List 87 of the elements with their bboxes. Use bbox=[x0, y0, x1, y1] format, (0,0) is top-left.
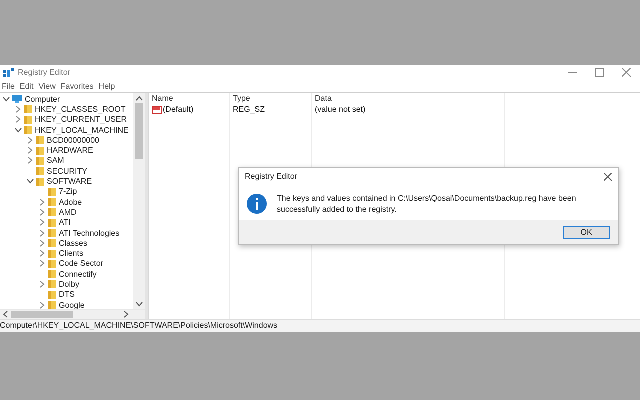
table-cell: (value not set) bbox=[315, 104, 366, 115]
scrollbar-thumb[interactable] bbox=[135, 103, 143, 159]
table-cell: (Default) bbox=[163, 104, 194, 115]
chevron-right-icon[interactable] bbox=[40, 230, 44, 236]
status-bar: Computer\HKEY_LOCAL_MACHINE\SOFTWARE\Policies\Microsoft\Windows bbox=[0, 319, 640, 332]
scrollbar-thumb[interactable] bbox=[11, 311, 73, 318]
tree-item[interactable]: Computer bbox=[25, 94, 60, 104]
chevron-down-icon[interactable] bbox=[2, 96, 10, 102]
tree-item[interactable]: Classes bbox=[59, 238, 88, 248]
column-header[interactable]: Type bbox=[230, 93, 312, 104]
folder-icon bbox=[48, 208, 56, 216]
tree-item[interactable]: ATI bbox=[59, 218, 71, 228]
tree-item[interactable]: DTS bbox=[59, 290, 75, 300]
tree-item[interactable]: SAM bbox=[47, 156, 64, 166]
folder-icon bbox=[36, 146, 44, 155]
close-icon[interactable] bbox=[622, 68, 631, 77]
folder-icon bbox=[36, 178, 44, 186]
folder-icon bbox=[48, 218, 56, 227]
folder-icon bbox=[36, 136, 44, 144]
tree-item[interactable]: HKEY_LOCAL_MACHINE bbox=[35, 126, 129, 135]
info-icon bbox=[247, 194, 267, 214]
folder-icon bbox=[48, 250, 56, 258]
table-cell: REG_SZ bbox=[233, 104, 266, 115]
tree-item[interactable]: Dolby bbox=[59, 280, 80, 289]
tree-item[interactable]: Adobe bbox=[59, 198, 82, 207]
tree-item[interactable]: ATI Technologies bbox=[59, 228, 120, 238]
menu-item[interactable]: File bbox=[2, 82, 15, 90]
tree-item[interactable]: HKEY_CURRENT_USER bbox=[35, 115, 128, 124]
column-header[interactable]: Name bbox=[149, 93, 230, 104]
folder-icon bbox=[36, 167, 44, 176]
scroll-right-icon[interactable] bbox=[124, 311, 129, 318]
tree-item[interactable]: HKEY_CLASSES_ROOT bbox=[35, 104, 126, 114]
scroll-left-icon[interactable] bbox=[3, 311, 8, 318]
tree-item[interactable]: Code Sector bbox=[59, 259, 104, 268]
chevron-right-icon[interactable] bbox=[16, 106, 20, 113]
folder-icon bbox=[48, 239, 56, 248]
chevron-right-icon[interactable] bbox=[40, 250, 44, 258]
chevron-down-icon[interactable] bbox=[14, 128, 22, 133]
tree-item[interactable]: HARDWARE bbox=[47, 146, 94, 156]
tree-item[interactable]: Clients bbox=[59, 249, 84, 258]
menu-item[interactable]: View bbox=[38, 82, 56, 90]
folder-icon bbox=[24, 105, 32, 114]
folder-icon bbox=[48, 229, 56, 237]
registry-editor-icon bbox=[3, 68, 14, 78]
folder-icon bbox=[24, 116, 32, 124]
chevron-down-icon[interactable] bbox=[26, 179, 34, 184]
chevron-right-icon[interactable] bbox=[40, 198, 44, 206]
tree-item[interactable]: BCD00000000 bbox=[47, 136, 100, 145]
dialog-message: The keys and values contained in C:\Users\Qosai\Documents\backup.reg have been successfully added to the registry. bbox=[277, 192, 578, 214]
chevron-right-icon[interactable] bbox=[40, 302, 44, 309]
chevron-right-icon[interactable] bbox=[28, 136, 32, 144]
folder-icon bbox=[48, 260, 56, 268]
tree-item[interactable]: SECURITY bbox=[47, 166, 88, 176]
scroll-up-icon[interactable] bbox=[136, 96, 142, 101]
tree-item[interactable]: 7-Zip bbox=[59, 187, 78, 196]
folder-icon bbox=[48, 290, 56, 299]
ok-button[interactable]: OK bbox=[563, 226, 610, 238]
maximize-icon[interactable] bbox=[595, 68, 604, 77]
string-value-icon bbox=[152, 106, 162, 114]
chevron-right-icon[interactable] bbox=[40, 260, 44, 268]
dialog-title: Registry Editor bbox=[245, 172, 298, 181]
menu-item[interactable]: Edit bbox=[20, 82, 34, 90]
chevron-right-icon[interactable] bbox=[40, 208, 44, 216]
folder-icon bbox=[48, 188, 56, 196]
folder-icon bbox=[36, 156, 44, 165]
close-icon[interactable] bbox=[604, 172, 612, 180]
computer-icon bbox=[12, 95, 22, 104]
column-header[interactable]: Data bbox=[312, 93, 505, 104]
tree-item[interactable]: SOFTWARE bbox=[47, 177, 92, 186]
tree-item[interactable]: AMD bbox=[59, 208, 77, 217]
folder-icon bbox=[48, 280, 56, 288]
chevron-right-icon[interactable] bbox=[40, 219, 44, 226]
chevron-right-icon[interactable] bbox=[28, 157, 32, 164]
chevron-right-icon[interactable] bbox=[16, 116, 20, 124]
chevron-right-icon[interactable] bbox=[40, 280, 44, 288]
folder-icon bbox=[24, 126, 32, 134]
menu-item[interactable]: Help bbox=[98, 82, 116, 90]
chevron-right-icon[interactable] bbox=[28, 147, 32, 154]
scroll-down-icon[interactable] bbox=[136, 302, 142, 307]
menu-item[interactable]: Favorites bbox=[60, 82, 94, 90]
folder-icon bbox=[48, 301, 56, 309]
window-title: Registry Editor bbox=[18, 68, 72, 77]
chevron-right-icon[interactable] bbox=[40, 240, 44, 247]
folder-icon bbox=[48, 270, 56, 278]
tree-item[interactable]: Google bbox=[59, 300, 85, 309]
tree-item[interactable]: Connectify bbox=[59, 270, 97, 279]
folder-icon bbox=[48, 198, 56, 206]
